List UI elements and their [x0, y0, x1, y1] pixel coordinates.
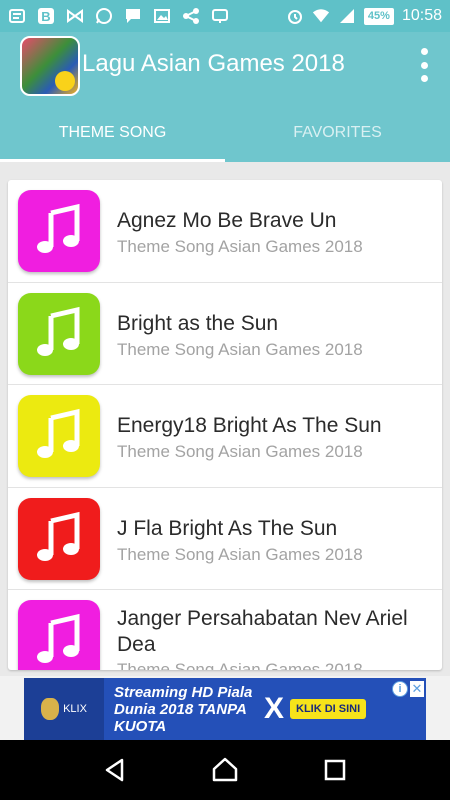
whatsapp-icon	[95, 7, 113, 25]
status-bar: B 45% 10:58	[0, 0, 450, 32]
notification-icon	[8, 7, 26, 25]
nav-bar	[0, 740, 450, 800]
svg-text:B: B	[41, 9, 50, 24]
list-item[interactable]: Agnez Mo Be Brave Un Theme Song Asian Ga…	[8, 180, 442, 283]
music-note-icon	[18, 395, 100, 477]
list-item[interactable]: Janger Persahabatan Nev Ariel Dea Theme …	[8, 590, 442, 670]
list-item[interactable]: Bright as the Sun Theme Song Asian Games…	[8, 283, 442, 385]
wifi-icon	[312, 7, 330, 25]
song-subtitle: Theme Song Asian Games 2018	[117, 442, 363, 461]
share-icon	[182, 7, 200, 25]
screen-icon	[211, 7, 229, 25]
app-bar: Lagu Asian Games 2018 THEME SONG FAVORIT…	[0, 32, 450, 162]
message-icon	[124, 7, 142, 25]
ad-banner[interactable]: KLIX Streaming HD Piala Dunia 2018 TANPA…	[24, 678, 426, 740]
trophy-icon	[41, 698, 60, 720]
bow-icon	[66, 7, 84, 25]
ad-headline: Streaming HD Piala Dunia 2018 TANPA KUOT…	[114, 683, 253, 735]
back-icon[interactable]	[95, 750, 135, 790]
status-system: 45% 10:58	[286, 7, 442, 25]
song-subtitle: Theme Song Asian Games 2018	[117, 237, 363, 256]
status-notifications: B	[8, 7, 229, 25]
alarm-icon	[286, 7, 304, 25]
ad-close-icon[interactable]: ✕	[410, 681, 424, 697]
song-list: Agnez Mo Be Brave Un Theme Song Asian Ga…	[8, 180, 442, 670]
signal-icon	[338, 7, 356, 25]
ad-cta-button[interactable]: KLIK DI SINI	[290, 699, 367, 719]
song-title: Energy18 Bright As The Sun	[117, 414, 382, 437]
music-note-icon	[18, 292, 100, 375]
tab-bar: THEME SONG FAVORITES	[0, 118, 450, 162]
home-icon[interactable]	[205, 750, 245, 790]
list-item[interactable]: Energy18 Bright As The Sun Theme Song As…	[8, 385, 442, 488]
music-note-icon	[18, 497, 100, 580]
song-subtitle: Theme Song Asian Games 2018	[117, 544, 363, 564]
list-item[interactable]: J Fla Bright As The Sun Theme Song Asian…	[8, 488, 442, 590]
battery-indicator: 45%	[363, 7, 394, 25]
xl-logo: X	[264, 692, 285, 725]
song-title: Agnez Mo Be Brave Un	[117, 209, 337, 232]
app-logo-badge	[55, 71, 75, 91]
ad-info-icon[interactable]: i	[392, 681, 408, 697]
music-note-icon	[18, 190, 100, 272]
music-note-icon	[18, 600, 100, 670]
app-title: Lagu Asian Games 2018	[82, 50, 345, 77]
more-vert-icon[interactable]	[418, 48, 430, 82]
ad-brand: KLIX	[24, 678, 104, 740]
song-title: J Fla Bright As The Sun	[117, 516, 338, 540]
song-subtitle: Theme Song Asian Games 2018	[117, 660, 363, 670]
song-subtitle: Theme Song Asian Games 2018	[117, 339, 363, 359]
song-title: Janger Persahabatan Nev Ariel Dea	[117, 607, 408, 656]
tab-favorites[interactable]: FAVORITES	[225, 118, 450, 162]
image-icon	[153, 7, 171, 25]
recents-icon[interactable]	[315, 750, 355, 790]
ad-brand-label: KLIX	[63, 703, 87, 715]
status-time: 10:58	[401, 7, 442, 24]
ad-area: KLIX Streaming HD Piala Dunia 2018 TANPA…	[0, 676, 450, 740]
tab-theme-song[interactable]: THEME SONG	[0, 118, 225, 162]
song-title: Bright as the Sun	[117, 311, 279, 335]
b-icon: B	[37, 7, 55, 25]
app-logo	[20, 36, 80, 96]
